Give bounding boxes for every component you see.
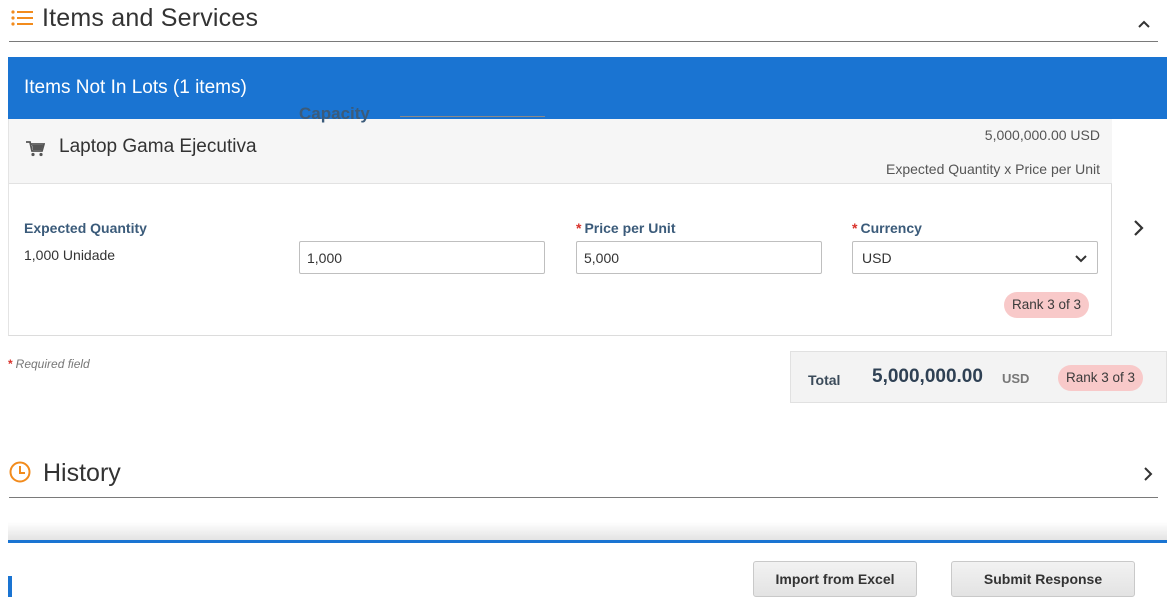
total-amount: 5,000,000.00 (872, 366, 983, 387)
chevron-up-icon[interactable] (1136, 16, 1152, 32)
required-marker: * (852, 220, 858, 236)
required-field-note: * Required field (8, 357, 90, 371)
currency-select[interactable]: USD (852, 241, 1098, 274)
cart-icon (26, 141, 45, 157)
list-icon (11, 10, 33, 26)
history-title: History (43, 459, 121, 487)
total-label: Total (808, 372, 841, 388)
required-marker: * (576, 220, 582, 236)
capacity-input[interactable] (299, 241, 545, 274)
submit-response-button[interactable]: Submit Response (951, 561, 1135, 597)
lots-bar-label: Items Not In Lots (1 items) (24, 77, 247, 98)
price-per-unit-label: * Price per Unit (576, 220, 676, 236)
items-not-in-lots-bar: Items Not In Lots (1 items) (8, 57, 1167, 119)
item-card: Laptop Gama Ejecutiva 5,000,000.00 USD E… (8, 119, 1112, 336)
price-per-unit-input[interactable] (576, 241, 822, 274)
clock-icon (9, 461, 31, 483)
expected-quantity-value: 1,000 Unidade (24, 247, 116, 263)
footer-shadow (8, 522, 1167, 542)
chevron-right-icon[interactable] (1143, 466, 1153, 482)
item-total: 5,000,000.00 USD (984, 127, 1100, 143)
total-summary: Total 5,000,000.00 USD Rank 3 of 3 (790, 351, 1167, 403)
action-footer: Import from Excel Submit Response (8, 540, 1167, 597)
items-services-header[interactable]: Items and Services (9, 0, 1158, 42)
total-currency: USD (1002, 371, 1030, 386)
history-header[interactable]: History (9, 453, 1158, 498)
item-rank-badge: Rank 3 of 3 (1004, 292, 1090, 318)
section-title: Items and Services (42, 4, 259, 32)
item-name: Laptop Gama Ejecutiva (59, 136, 257, 157)
total-rank-badge: Rank 3 of 3 (1058, 365, 1144, 391)
capacity-divider (400, 116, 545, 117)
import-from-excel-button[interactable]: Import from Excel (753, 561, 917, 597)
item-header: Laptop Gama Ejecutiva 5,000,000.00 USD E… (9, 119, 1112, 184)
footer-marker (8, 576, 12, 597)
capacity-label: Capacity (299, 104, 370, 123)
currency-label: * Currency (852, 220, 922, 236)
expected-quantity-label: Expected Quantity (24, 220, 147, 236)
item-total-description: Expected Quantity x Price per Unit (886, 161, 1100, 177)
chevron-right-icon[interactable] (1133, 219, 1145, 237)
currency-selected-value: USD (862, 250, 892, 266)
chevron-down-icon (1075, 255, 1087, 263)
